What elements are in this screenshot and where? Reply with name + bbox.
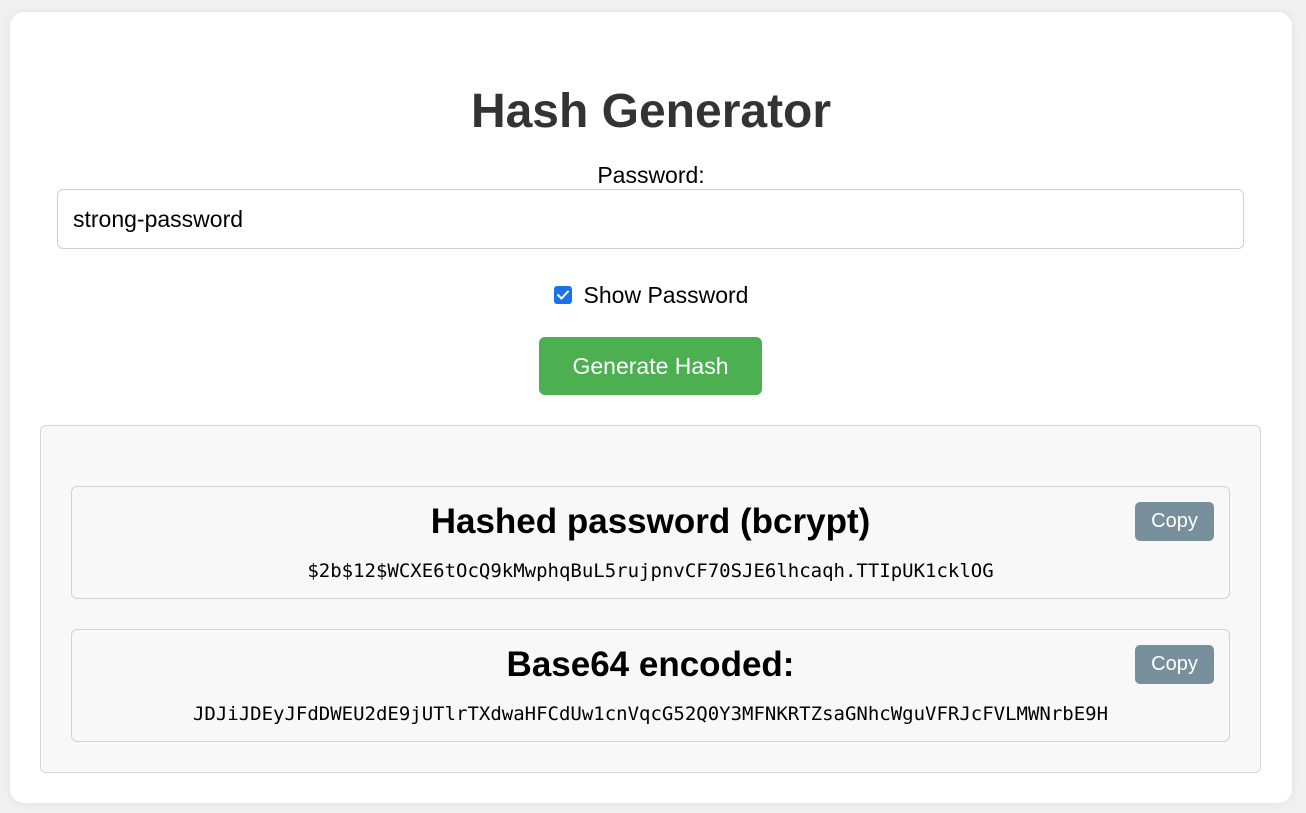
bcrypt-result-box: Hashed password (bcrypt) $2b$12$WCXE6tOc…: [71, 486, 1230, 599]
password-label: Password:: [597, 162, 705, 188]
base64-encoded-value: JDJiJDEyJFdDWEU2dE9jUTlrTXdwaHFCdUw1cnVq…: [192, 703, 1109, 725]
show-password-label[interactable]: Show Password: [584, 282, 749, 309]
show-password-row: Show Password: [10, 280, 1292, 310]
base64-result-title: Base64 encoded:: [506, 645, 795, 684]
hash-generator-card: Hash Generator Password: Show Password G…: [10, 12, 1292, 803]
base64-result-box: Base64 encoded: JDJiJDEyJFdDWEU2dE9jUTlr…: [71, 629, 1230, 742]
page-title: Hash Generator: [470, 85, 832, 138]
bcrypt-result-title: Hashed password (bcrypt): [430, 502, 871, 541]
bcrypt-hash-value: $2b$12$WCXE6tOcQ9kMwphqBuL5rujpnvCF70SJE…: [307, 560, 994, 582]
results-panel: Hashed password (bcrypt) $2b$12$WCXE6tOc…: [40, 425, 1261, 773]
checkmark-icon: [556, 290, 569, 300]
show-password-checkbox[interactable]: [553, 286, 572, 304]
copy-base64-button[interactable]: Copy: [1135, 645, 1214, 684]
generate-hash-button[interactable]: Generate Hash: [539, 337, 762, 395]
password-input[interactable]: [57, 189, 1244, 249]
copy-bcrypt-button[interactable]: Copy: [1135, 502, 1214, 541]
